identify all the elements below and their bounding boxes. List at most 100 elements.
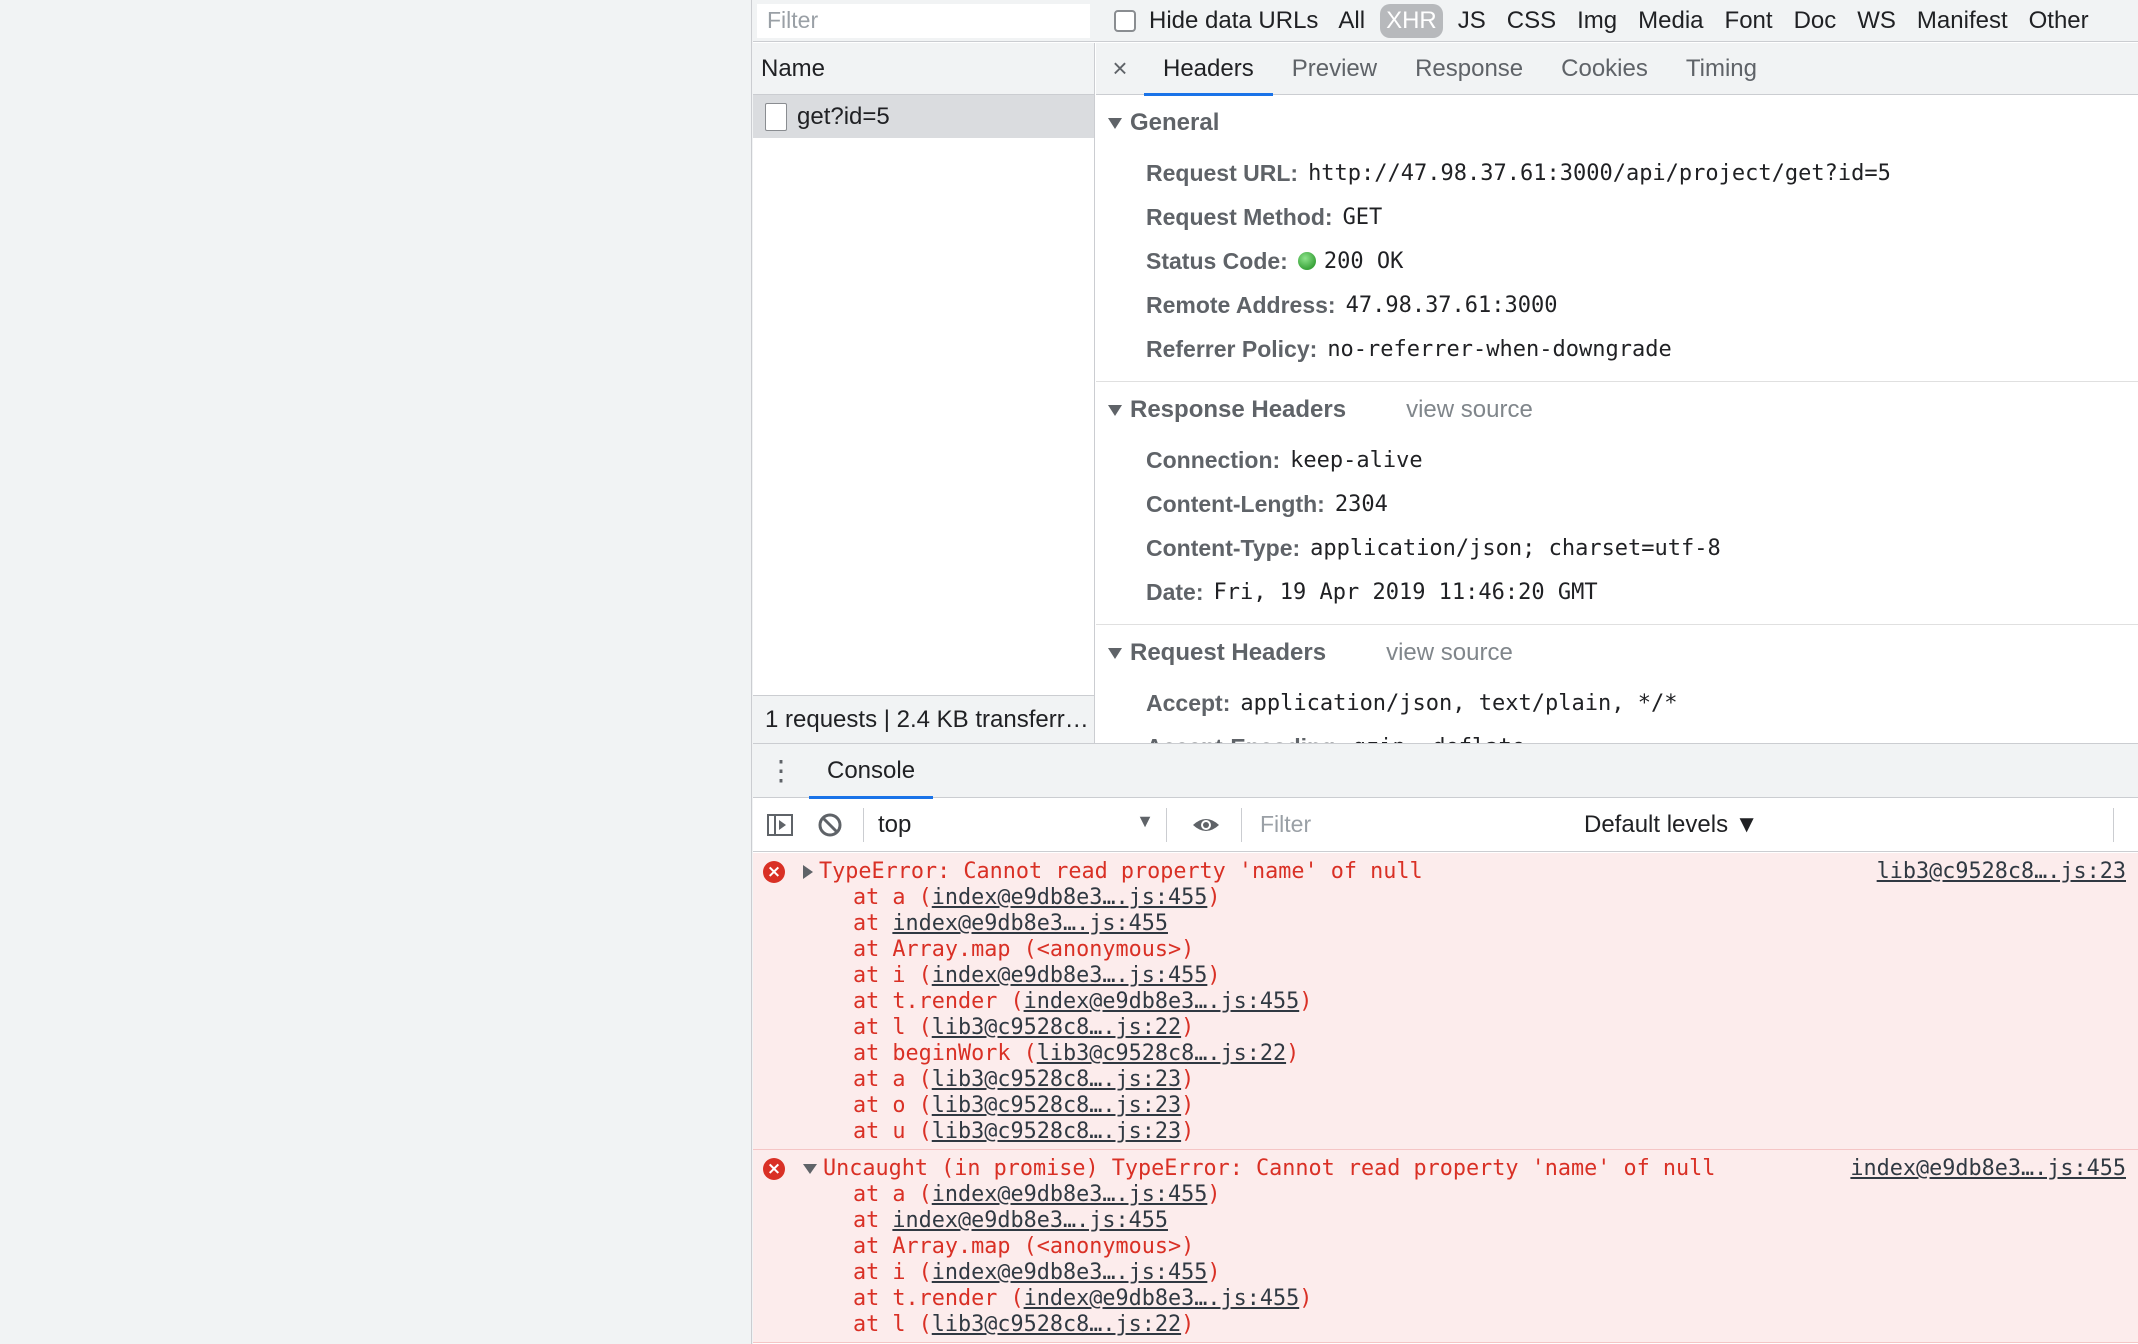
stack-prefix: at u ( xyxy=(853,1119,932,1144)
header-value: GET xyxy=(1342,204,1383,230)
request-list: Name get?id=5 1 requests | 2.4 KB transf… xyxy=(753,43,1095,743)
source-link[interactable]: index@e9db8e3….js:455 xyxy=(1850,1156,2126,1182)
filter-type-other[interactable]: Other xyxy=(2029,7,2089,35)
view-source-link[interactable]: view source xyxy=(1406,396,1533,424)
section-header[interactable]: Response Headers view source xyxy=(1096,382,2138,438)
stack-frame: at a (index@e9db8e3….js:455) xyxy=(753,1182,2138,1208)
eye-icon[interactable] xyxy=(1189,810,1223,840)
document-icon xyxy=(765,102,787,131)
header-key: Date: xyxy=(1146,578,1204,605)
header-row: Connection: keep-alive xyxy=(1096,438,2138,482)
console-messages: × TypeError: Cannot read property 'name' … xyxy=(753,853,2138,1344)
stack-link[interactable]: index@e9db8e3….js:455 xyxy=(892,911,1168,936)
section-header[interactable]: Request Headers view source xyxy=(1096,625,2138,681)
header-row: Accept: application/json, text/plain, */* xyxy=(1096,681,2138,725)
more-options-icon[interactable]: ⋮ xyxy=(753,756,809,785)
expand-arrow-icon[interactable] xyxy=(803,865,813,879)
filter-type-img[interactable]: Img xyxy=(1577,7,1617,35)
console-filter-input[interactable] xyxy=(1252,805,1572,844)
stack-link[interactable]: lib3@c9528c8….js:23 xyxy=(932,1093,1181,1118)
tab-console[interactable]: Console xyxy=(809,744,934,799)
console-drawer: ⋮ Console top ▼ Filter Default levels ▼ … xyxy=(753,743,2138,1344)
collapse-arrow-icon[interactable] xyxy=(803,1164,817,1174)
stack-link[interactable]: lib3@c9528c8….js:22 xyxy=(1037,1041,1286,1066)
hide-data-urls-checkbox[interactable] xyxy=(1114,9,1136,32)
stack-link[interactable]: lib3@c9528c8….js:22 xyxy=(932,1015,1181,1040)
stack-frame: at a (index@e9db8e3….js:455) xyxy=(753,885,2138,911)
stack-prefix: at a ( xyxy=(853,1182,932,1207)
filter-type-ws[interactable]: WS xyxy=(1857,7,1896,35)
header-value: gzip, deflate xyxy=(1353,735,1525,744)
stack-link[interactable]: index@e9db8e3….js:455 xyxy=(892,1208,1168,1233)
filter-type-all[interactable]: All xyxy=(1338,7,1365,35)
section-header[interactable]: General xyxy=(1096,95,2138,151)
tab-preview[interactable]: Preview xyxy=(1273,43,1396,95)
section-title: Response Headers xyxy=(1130,396,1347,423)
header-value: 2304 xyxy=(1334,491,1388,517)
stack-prefix: at Array.map (<anonymous>) xyxy=(853,937,1195,962)
tab-headers[interactable]: Headers xyxy=(1144,43,1273,96)
stack-prefix: at l ( xyxy=(853,1015,932,1040)
tab-timing[interactable]: Timing xyxy=(1667,43,1776,95)
log-levels-dropdown[interactable]: Default levels ▼ xyxy=(1584,811,1759,839)
close-icon[interactable]: × xyxy=(1096,53,1144,84)
error-icon: × xyxy=(763,1158,785,1180)
source-link[interactable]: lib3@c9528c8….js:23 xyxy=(1877,859,2126,885)
filter-type-media[interactable]: Media xyxy=(1638,7,1703,35)
console-error-message: × Uncaught (in promise) TypeError: Cannot… xyxy=(753,1150,2138,1343)
stack-link[interactable]: lib3@c9528c8….js:23 xyxy=(932,1067,1181,1092)
stack-frame: at a (lib3@c9528c8….js:23) xyxy=(753,1067,2138,1093)
stack-link[interactable]: index@e9db8e3….js:455 xyxy=(1024,1286,1300,1311)
tab-response[interactable]: Response xyxy=(1396,43,1542,95)
dropdown-arrow-icon: ▼ xyxy=(1136,810,1154,831)
stack-frame: at beginWork (lib3@c9528c8….js:22) xyxy=(753,1041,2138,1067)
resource-type-filters: All XHR JS CSS Img Media Font Doc WS Manifest Othe… xyxy=(1338,3,2109,38)
stack-link[interactable]: lib3@c9528c8….js:22 xyxy=(932,1312,1181,1337)
header-row: Status Code: 200 OK xyxy=(1096,239,2138,283)
tab-cookies[interactable]: Cookies xyxy=(1542,43,1667,95)
stack-frame: at i (index@e9db8e3….js:455) xyxy=(753,1260,2138,1286)
stack-link[interactable]: index@e9db8e3….js:455 xyxy=(932,885,1208,910)
filter-type-font[interactable]: Font xyxy=(1725,7,1773,35)
console-toolbar: top ▼ Default levels ▼ xyxy=(753,798,2138,852)
filter-type-manifest[interactable]: Manifest xyxy=(1917,7,2008,35)
toolbar-divider xyxy=(2113,807,2114,842)
request-row[interactable]: get?id=5 xyxy=(753,95,1094,138)
sidebar-toggle-icon[interactable] xyxy=(765,810,795,840)
stack-link[interactable]: index@e9db8e3….js:455 xyxy=(932,1260,1208,1285)
section-response-headers: Response Headers view source Connection: ke… xyxy=(1096,382,2138,625)
context-selector[interactable]: top ▼ xyxy=(874,811,1154,839)
header-value: no-referrer-when-downgrade xyxy=(1327,336,1672,362)
expand-triangle-icon xyxy=(1108,404,1122,416)
view-source-link[interactable]: view source xyxy=(1386,639,1513,667)
filter-type-doc[interactable]: Doc xyxy=(1794,7,1837,35)
stack-link[interactable]: index@e9db8e3….js:455 xyxy=(1024,989,1300,1014)
request-name: get?id=5 xyxy=(797,102,890,130)
stack-suffix: ) xyxy=(1181,1067,1195,1092)
error-text: Uncaught (in promise) TypeError: Cannot … xyxy=(823,1156,1716,1181)
header-value: 200 OK xyxy=(1323,248,1404,274)
header-value: keep-alive xyxy=(1290,447,1423,473)
stack-prefix: at i ( xyxy=(853,1260,932,1285)
network-filter-input[interactable] xyxy=(757,3,1090,38)
name-column-header[interactable]: Name xyxy=(753,43,1094,95)
expand-triangle-icon xyxy=(1108,647,1122,659)
stack-suffix: ) xyxy=(1299,989,1313,1014)
stack-link[interactable]: index@e9db8e3….js:455 xyxy=(932,963,1208,988)
stack-link[interactable]: index@e9db8e3….js:455 xyxy=(932,1182,1208,1207)
stack-link[interactable]: lib3@c9528c8….js:23 xyxy=(932,1119,1181,1144)
stack-frame: at u (lib3@c9528c8….js:23) xyxy=(753,1119,2138,1145)
stack-prefix: at o ( xyxy=(853,1093,932,1118)
filter-type-js[interactable]: JS xyxy=(1458,7,1486,35)
header-key: Request Method: xyxy=(1146,203,1333,230)
devtools-panel: Hide data URLs All XHR JS CSS Img Media Font Do… xyxy=(753,0,2138,1344)
filter-type-xhr[interactable]: XHR xyxy=(1380,3,1443,38)
stack-frame: at Array.map (<anonymous>) xyxy=(753,937,2138,963)
clear-console-icon[interactable] xyxy=(815,810,845,840)
stack-suffix: ) xyxy=(1181,1015,1195,1040)
stack-frame: at i (index@e9db8e3….js:455) xyxy=(753,963,2138,989)
header-row: Content-Length: 2304 xyxy=(1096,482,2138,526)
stack-frame: at index@e9db8e3….js:455 xyxy=(753,911,2138,937)
filter-type-css[interactable]: CSS xyxy=(1507,7,1556,35)
header-row: Accept-Encoding: gzip, deflate xyxy=(1096,725,2138,744)
